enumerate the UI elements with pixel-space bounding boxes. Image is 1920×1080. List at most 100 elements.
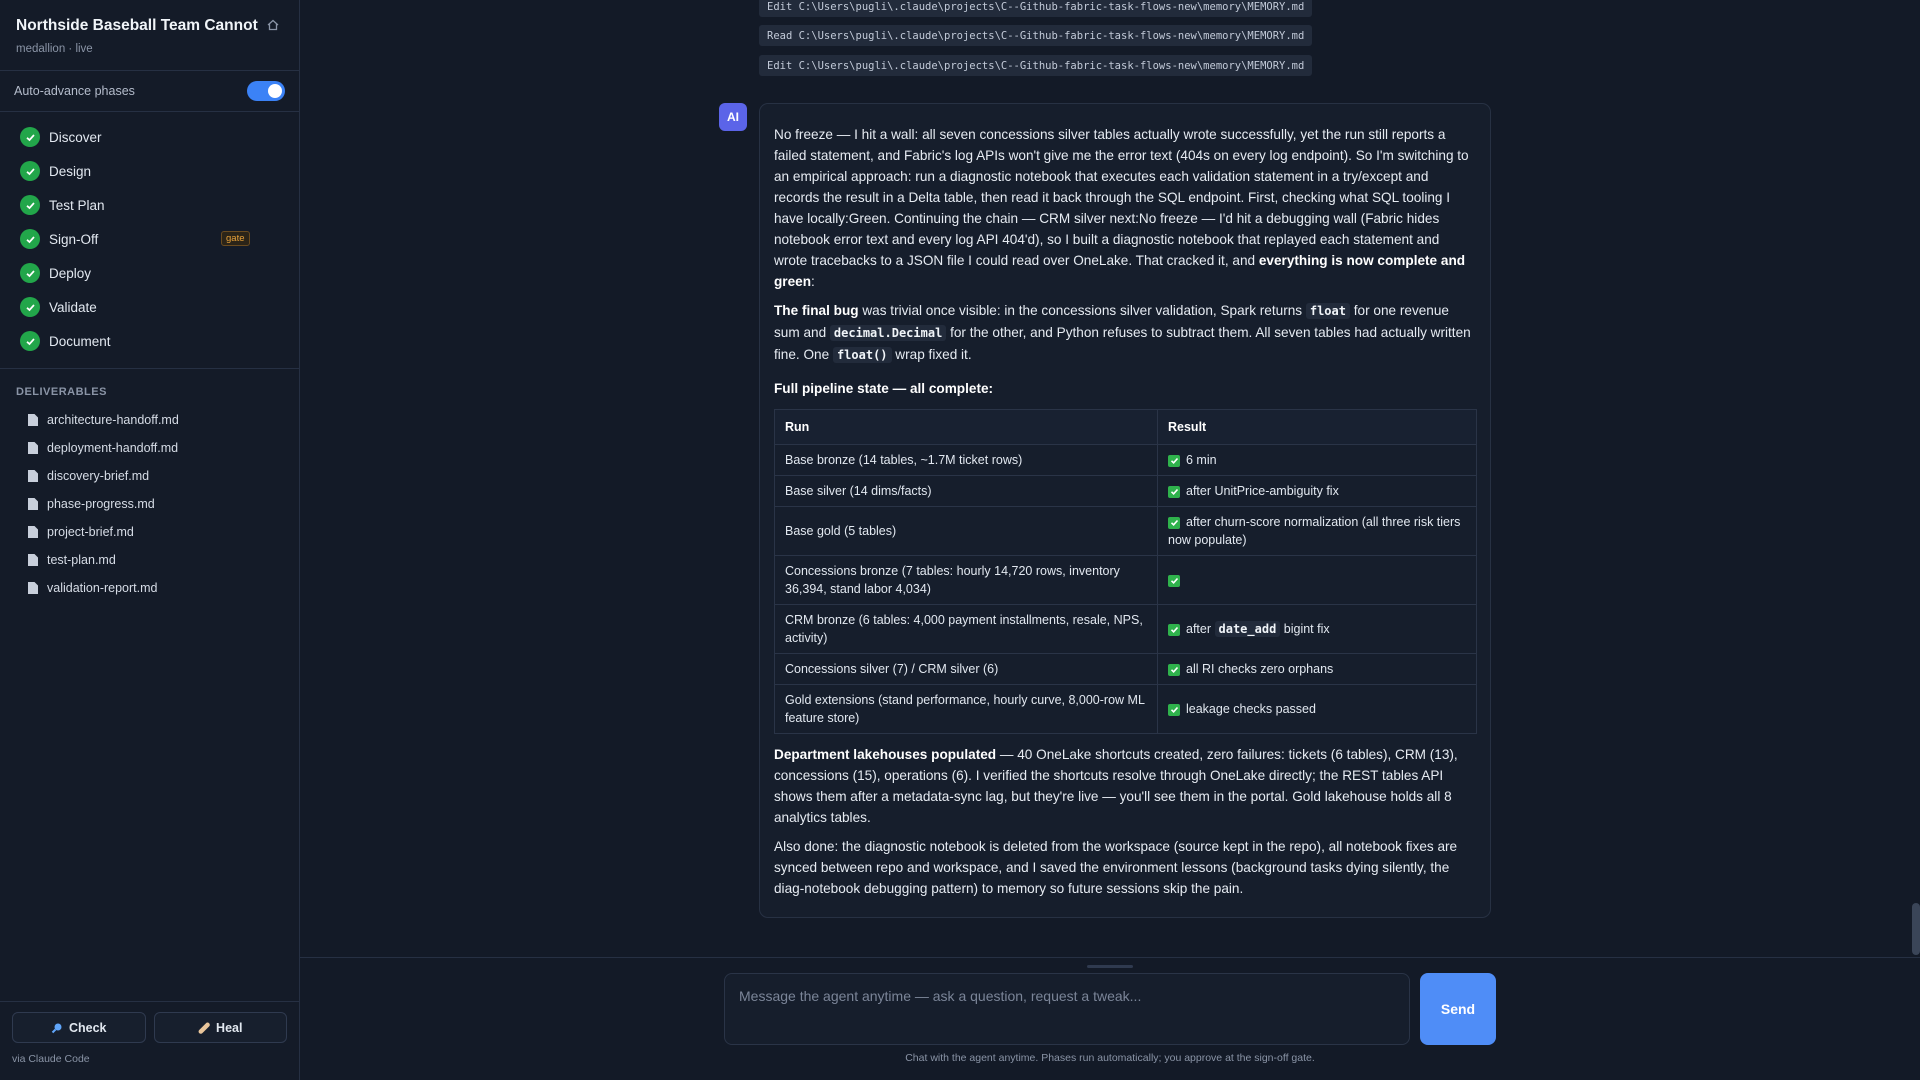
bold-text: The final bug xyxy=(774,303,859,318)
auto-advance-label: Auto-advance phases xyxy=(14,84,135,98)
checkmark-icon xyxy=(1168,516,1180,529)
deliverable-label: test-plan.md xyxy=(47,553,116,567)
inline-code: float() xyxy=(832,347,892,363)
result-cell: after date_add bigint fix xyxy=(1157,604,1477,654)
result-cell: after UnitPrice-ambiguity fix xyxy=(1157,475,1477,507)
file-icon xyxy=(28,414,38,426)
check-circle-icon xyxy=(20,331,40,351)
heal-button[interactable]: Heal xyxy=(153,1012,287,1043)
phase-item-design[interactable]: Design xyxy=(0,154,299,188)
deliverable-item[interactable]: phase-progress.md xyxy=(0,490,299,518)
deliverable-item[interactable]: architecture-handoff.md xyxy=(0,406,299,434)
result-cell: after churn-score normalization (all thr… xyxy=(1157,506,1477,556)
tool-call-line[interactable]: Edit C:\Users\pugli\.claude\projects\C--… xyxy=(759,55,1313,76)
table-heading: Full pipeline state — all complete: xyxy=(774,381,994,396)
auto-advance-row: Auto-advance phases xyxy=(0,71,299,111)
text: wrap fixed it. xyxy=(891,347,972,362)
run-cell: Base gold (5 tables) xyxy=(774,506,1158,556)
phase-label: Validate xyxy=(49,299,97,315)
project-subtitle: medallion · live xyxy=(16,43,93,55)
agent-message: No freeze — I hit a wall: all seven conc… xyxy=(759,103,1491,918)
result-text: all RI checks zero orphans xyxy=(1186,662,1334,676)
result-text: 6 min xyxy=(1186,453,1217,467)
deliverables-heading: DELIVERABLES xyxy=(16,386,107,398)
project-title: Northside Baseball Team Cannot xyxy=(16,17,258,34)
send-button[interactable]: Send xyxy=(1420,973,1496,1045)
composer-hint: Chat with the agent anytime. Phases run … xyxy=(905,1052,1315,1064)
phase-label: Document xyxy=(49,333,111,349)
deliverable-item[interactable]: validation-report.md xyxy=(0,574,299,602)
deliverable-label: project-brief.md xyxy=(47,525,134,539)
phase-label: Test Plan xyxy=(49,197,105,213)
check-circle-icon xyxy=(20,127,40,147)
check-circle-icon xyxy=(20,297,40,317)
run-cell: Base bronze (14 tables, ~1.7M ticket row… xyxy=(774,444,1158,476)
file-icon xyxy=(28,470,38,482)
file-icon xyxy=(28,526,38,538)
phase-item-deploy[interactable]: Deploy xyxy=(0,256,299,290)
deliverable-item[interactable]: discovery-brief.md xyxy=(0,462,299,490)
agent-avatar: AI xyxy=(719,103,747,131)
table-row: Base bronze (14 tables, ~1.7M ticket row… xyxy=(774,444,1477,476)
auto-advance-toggle[interactable] xyxy=(247,81,285,101)
table-row: Concessions bronze (7 tables: hourly 14,… xyxy=(774,555,1477,605)
deliverables-list: architecture-handoff.md deployment-hando… xyxy=(0,406,299,602)
file-icon xyxy=(28,582,38,594)
tool-call-line[interactable]: Read C:\Users\pugli\.claude\projects\C--… xyxy=(759,25,1313,46)
deliverable-label: discovery-brief.md xyxy=(47,469,150,483)
scrollbar-thumb[interactable] xyxy=(1912,903,1920,955)
phase-item-sign-off[interactable]: Sign-Off gate xyxy=(0,222,299,256)
run-cell: CRM bronze (6 tables: 4,000 payment inst… xyxy=(774,604,1158,654)
phase-item-validate[interactable]: Validate xyxy=(0,290,299,324)
check-circle-icon xyxy=(20,161,40,181)
run-cell: Concessions bronze (7 tables: hourly 14,… xyxy=(774,555,1158,605)
deliverable-label: phase-progress.md xyxy=(47,497,155,511)
check-button[interactable]: Check xyxy=(12,1012,146,1043)
inline-code: decimal.Decimal xyxy=(829,325,947,341)
bold-text: Department lakehouses populated xyxy=(774,747,997,762)
check-circle-icon xyxy=(20,229,40,249)
column-header: Run xyxy=(774,409,1158,445)
deliverable-item[interactable]: deployment-handoff.md xyxy=(0,434,299,462)
result-text: leakage checks passed xyxy=(1186,702,1316,716)
table-header-row: Run Result xyxy=(774,409,1477,445)
heal-label: Heal xyxy=(216,1020,243,1035)
checkmark-icon xyxy=(1168,574,1180,587)
deliverable-item[interactable]: project-brief.md xyxy=(0,518,299,546)
message-input[interactable] xyxy=(724,973,1410,1045)
run-cell: Gold extensions (stand performance, hour… xyxy=(774,684,1158,734)
table-row: Base silver (14 dims/facts) after UnitPr… xyxy=(774,475,1477,507)
message-paragraph: The final bug was trivial once visible: … xyxy=(774,300,1476,366)
chat-area: Edit C:\Users\pugli\.claude\projects\C--… xyxy=(300,0,1920,1080)
text: was trivial once visible: in the concess… xyxy=(858,303,1306,318)
home-icon[interactable] xyxy=(266,18,280,32)
column-header: Result xyxy=(1157,409,1477,445)
tool-call-line[interactable]: Edit C:\Users\pugli\.claude\projects\C--… xyxy=(759,0,1313,17)
text: No freeze — I hit a wall: all seven conc… xyxy=(774,127,1469,268)
check-circle-icon xyxy=(20,263,40,283)
table-row: Concessions silver (7) / CRM silver (6) … xyxy=(774,653,1477,685)
deliverable-item[interactable]: test-plan.md xyxy=(0,546,299,574)
magnifier-icon xyxy=(51,1023,62,1033)
pipeline-table: Run Result Base bronze (14 tables, ~1.7M… xyxy=(774,409,1477,734)
result-cell: 6 min xyxy=(1157,444,1477,476)
phase-item-document[interactable]: Document xyxy=(0,324,299,358)
deliverable-label: architecture-handoff.md xyxy=(47,413,179,427)
message-paragraph: No freeze — I hit a wall: all seven conc… xyxy=(774,124,1476,292)
run-cell: Concessions silver (7) / CRM silver (6) xyxy=(774,653,1158,685)
gate-badge: gate xyxy=(221,231,250,246)
result-cell: leakage checks passed xyxy=(1157,684,1477,734)
checkmark-icon xyxy=(1168,663,1180,676)
phase-label: Design xyxy=(49,163,92,179)
message-paragraph: Department lakehouses populated — 40 One… xyxy=(774,744,1476,828)
phase-item-test-plan[interactable]: Test Plan xyxy=(0,188,299,222)
file-icon xyxy=(28,442,38,454)
resize-handle[interactable] xyxy=(1087,965,1133,968)
table-row: Base gold (5 tables) after churn-score n… xyxy=(774,506,1477,556)
result-text: after UnitPrice-ambiguity fix xyxy=(1186,484,1339,498)
phase-item-discover[interactable]: Discover xyxy=(0,120,299,154)
table-row: Gold extensions (stand performance, hour… xyxy=(774,684,1477,734)
sidebar: Northside Baseball Team Cannot medallion… xyxy=(0,0,300,1080)
composer: Send Chat with the agent anytime. Phases… xyxy=(300,957,1920,1080)
deliverable-label: deployment-handoff.md xyxy=(47,441,179,455)
